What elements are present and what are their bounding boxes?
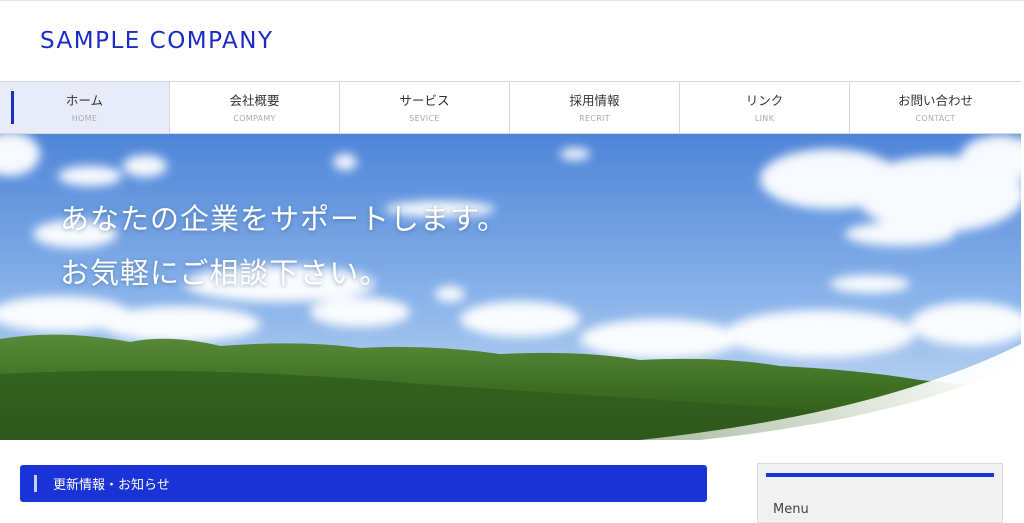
sidebar-accent-rule	[766, 473, 994, 477]
nav-item-sublabel: CONTACT	[915, 113, 956, 123]
news-section-title: 更新情報・お知らせ	[53, 478, 170, 493]
nav-item-label: サービス	[399, 92, 450, 108]
nav-item-link[interactable]: リンク LINK	[680, 82, 850, 133]
nav-item-sublabel: LINK	[754, 113, 775, 123]
nav-item-label: ホーム	[65, 92, 104, 108]
nav-item-label: 会社概要	[229, 92, 280, 108]
news-section-header: 更新情報・お知らせ	[20, 465, 707, 502]
nav-item-recruit[interactable]: 採用情報 RECRIT	[510, 82, 680, 133]
hero-headline-line2: お気軽にご相談下さい。	[60, 256, 390, 290]
hero-banner: あなたの企業をサポートします。 お気軽にご相談下さい。	[0, 134, 1021, 440]
nav-item-sublabel: COMPAMY	[233, 113, 276, 123]
nav-item-service[interactable]: サービス SEVICE	[340, 82, 510, 133]
nav-item-label: リンク	[745, 92, 784, 108]
section-marker	[34, 475, 37, 492]
sidebar-menu: Menu	[757, 463, 1003, 523]
hero-copy: あなたの企業をサポートします。 お気軽にご相談下さい。	[60, 192, 507, 300]
nav-item-label: 採用情報	[569, 92, 620, 108]
site-logo[interactable]: SAMPLE COMPANY	[40, 28, 274, 54]
nav-item-contact[interactable]: お問い合わせ CONTACT	[850, 82, 1021, 133]
hero-headline-line1: あなたの企業をサポートします。	[60, 202, 508, 236]
nav-item-sublabel: SEVICE	[409, 113, 440, 123]
nav-item-sublabel: HOME	[71, 113, 98, 123]
global-nav: ホーム HOME 会社概要 COMPAMY サービス SEVICE 採用情報 R…	[0, 81, 1021, 134]
site-header: SAMPLE COMPANY	[0, 0, 1024, 81]
nav-item-sublabel: RECRIT	[579, 113, 610, 123]
nav-item-company[interactable]: 会社概要 COMPAMY	[170, 82, 340, 133]
sidebar-menu-title: Menu	[773, 502, 809, 517]
nav-item-label: お問い合わせ	[897, 92, 973, 108]
nav-item-home[interactable]: ホーム HOME	[0, 82, 170, 133]
